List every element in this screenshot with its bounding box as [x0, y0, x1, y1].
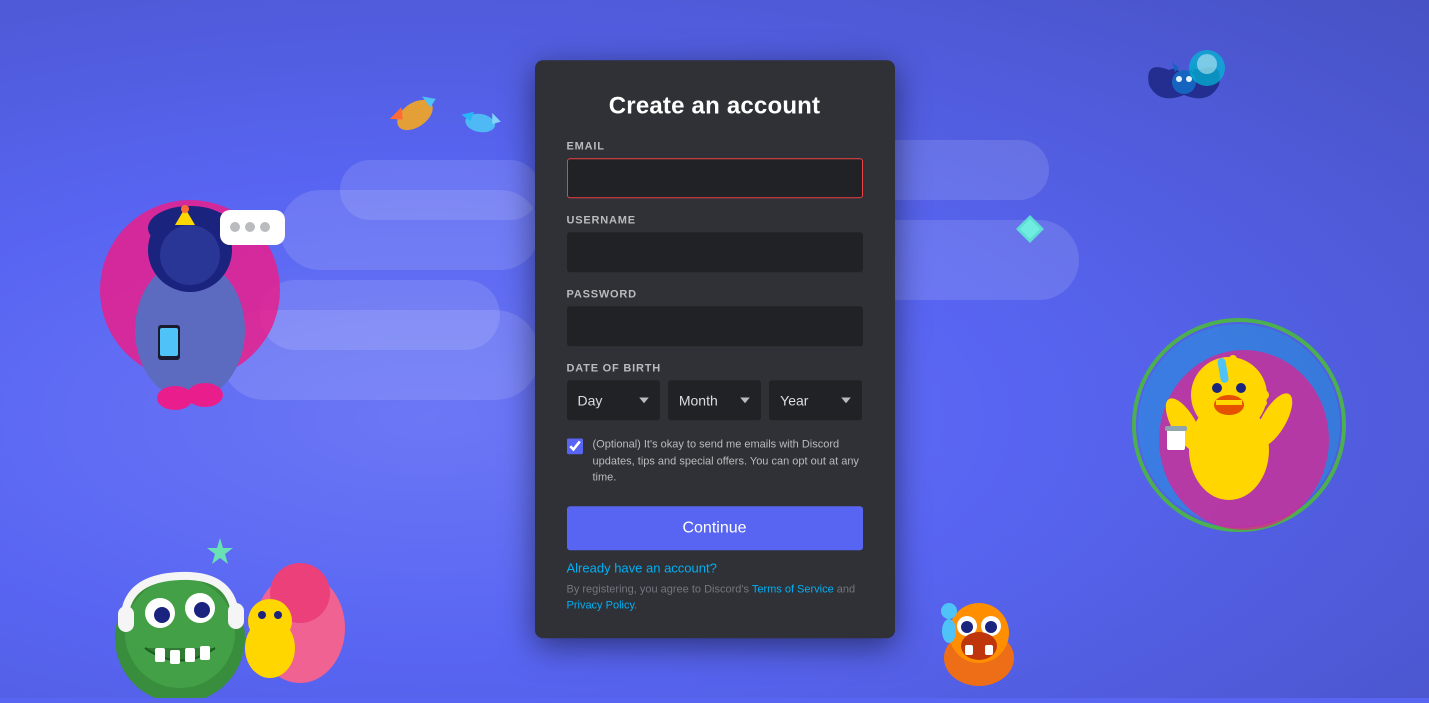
username-label: USERNAME	[567, 214, 863, 226]
day-select[interactable]: Day 1234 5678 9101520 2528293031	[567, 380, 660, 420]
create-account-modal: Create an account EMAIL USERNAME PASSWOR…	[535, 60, 895, 638]
newsletter-checkbox[interactable]	[567, 438, 583, 454]
privacy-link[interactable]: Privacy Policy	[567, 599, 635, 611]
password-group: PASSWORD	[567, 288, 863, 346]
dob-label: DATE OF BIRTH	[567, 362, 863, 374]
email-group: EMAIL	[567, 140, 863, 198]
username-input[interactable]	[567, 232, 863, 272]
month-select[interactable]: Month JanuaryFebruaryMarch AprilMayJune …	[668, 380, 761, 420]
cloud-4	[260, 280, 500, 350]
continue-button[interactable]: Continue	[567, 506, 863, 550]
email-input[interactable]	[567, 158, 863, 198]
modal-wrapper: Create an account EMAIL USERNAME PASSWOR…	[535, 60, 895, 638]
login-link[interactable]: Already have an account?	[567, 560, 863, 575]
tos-text-before: By registering, you agree to Discord's	[567, 583, 752, 595]
dob-group: DATE OF BIRTH Day 1234 5678 9101520 2528…	[567, 362, 863, 420]
tos-text-mid: and	[834, 583, 855, 595]
year-select[interactable]: Year 200620001995 199019851980	[769, 380, 862, 420]
tos-link[interactable]: Terms of Service	[752, 583, 834, 595]
email-label: EMAIL	[567, 140, 863, 152]
password-label: PASSWORD	[567, 288, 863, 300]
cloud-2	[340, 160, 540, 220]
newsletter-label: (Optional) It's okay to send me emails w…	[593, 436, 863, 486]
dob-row: Day 1234 5678 9101520 2528293031 Month J…	[567, 380, 863, 420]
username-group: USERNAME	[567, 214, 863, 272]
tos-text: By registering, you agree to Discord's T…	[567, 581, 863, 614]
password-input[interactable]	[567, 306, 863, 346]
modal-title: Create an account	[567, 92, 863, 120]
tos-text-after: .	[634, 599, 637, 611]
newsletter-checkbox-row: (Optional) It's okay to send me emails w…	[567, 436, 863, 486]
